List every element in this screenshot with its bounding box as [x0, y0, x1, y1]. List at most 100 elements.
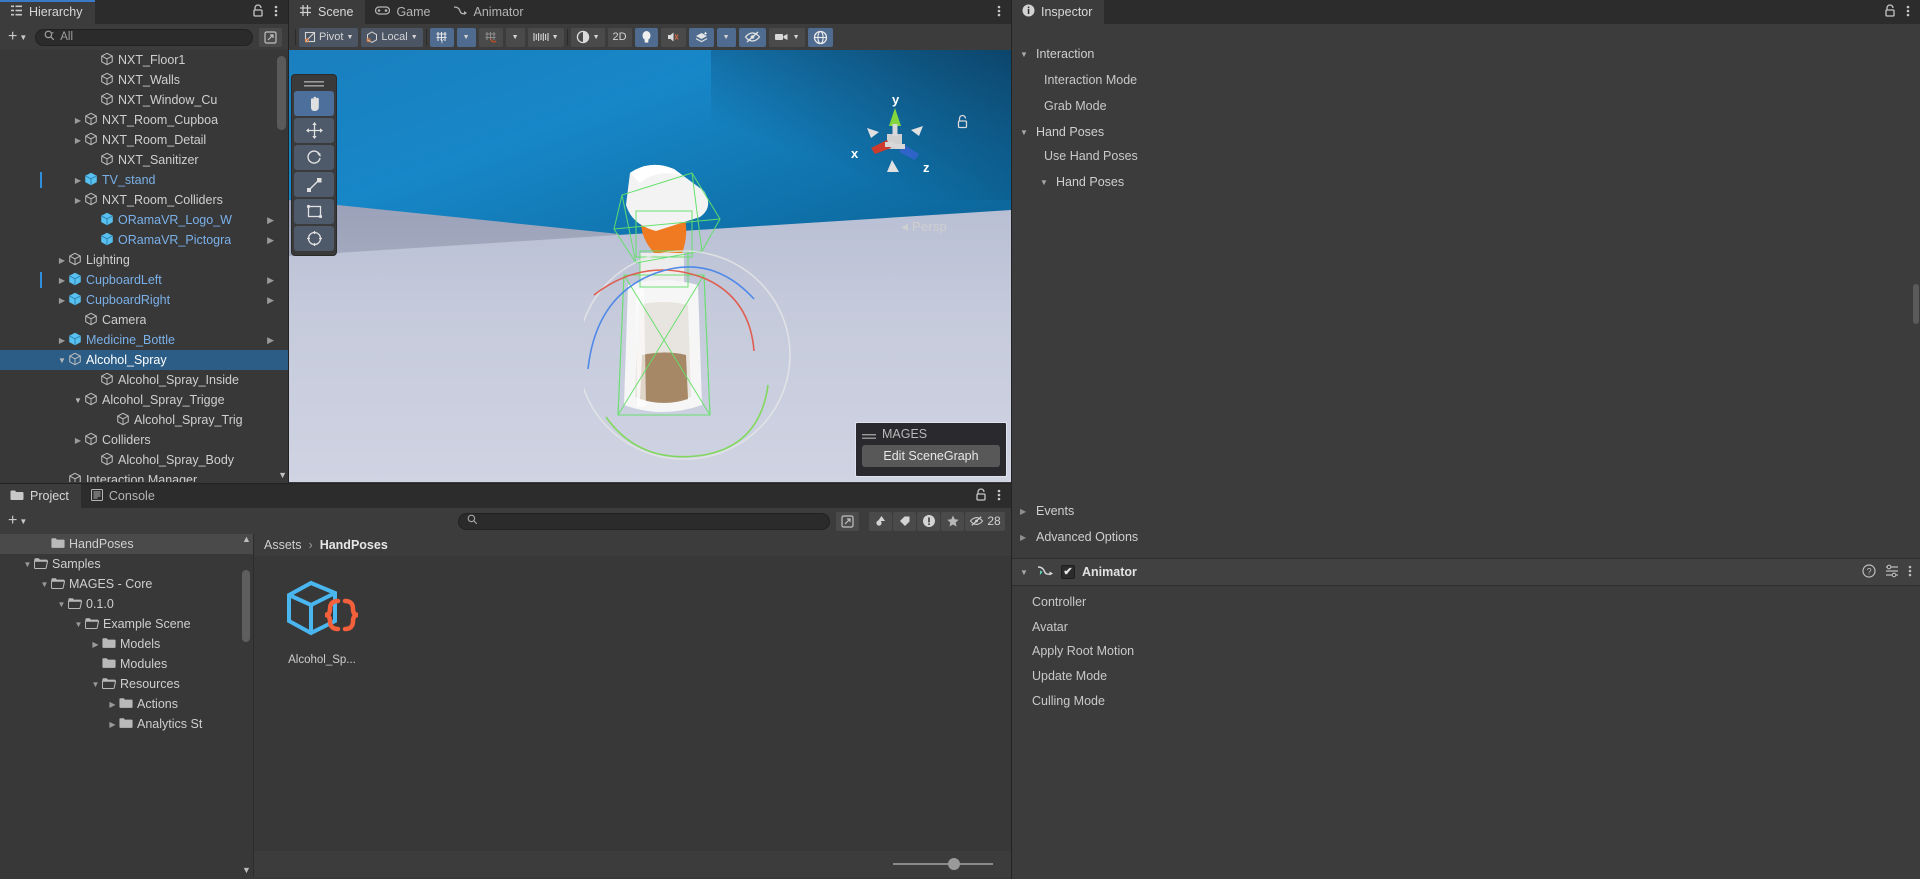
prefab-open-icon[interactable]: ▶ — [267, 295, 274, 306]
hierarchy-item[interactable]: ▶ Medicine_Bottle ▶ — [0, 330, 288, 350]
local-button[interactable]: Local ▼ — [361, 27, 423, 47]
hierarchy-item[interactable]: ▶ CupboardRight ▶ — [0, 290, 288, 310]
hierarchy-item[interactable]: ▶ NXT_Room_Colliders — [0, 190, 288, 210]
lock-icon[interactable] — [975, 488, 987, 504]
divider-scene-project[interactable] — [0, 483, 1011, 484]
hidden-objects-count[interactable]: 28 — [965, 511, 1005, 531]
filter-favorite-icon[interactable] — [941, 511, 964, 531]
triangle-down-icon[interactable]: ▼ — [55, 600, 68, 609]
scene-visibility-toggle[interactable] — [738, 27, 766, 47]
preset-icon[interactable] — [1885, 564, 1899, 581]
project-tree-item[interactable]: ▶ Analytics St — [0, 714, 253, 734]
scene-fx-dropdown[interactable]: ▼ — [716, 27, 736, 47]
lock-icon[interactable] — [252, 4, 264, 20]
help-icon[interactable]: ? — [1862, 563, 1876, 581]
project-tree-item[interactable]: ▼ 0.1.0 — [0, 594, 253, 614]
project-tree-item[interactable]: ▼ MAGES - Core — [0, 574, 253, 594]
triangle-down-icon[interactable]: ▼ — [72, 620, 85, 629]
triangle-right-icon[interactable]: ▶ — [72, 196, 84, 205]
toolpad-drag-handle[interactable] — [304, 78, 324, 87]
triangle-right-icon[interactable]: ▶ — [72, 176, 84, 185]
tab-inspector[interactable]: Inspector — [1012, 0, 1105, 24]
inspector-menu-icon[interactable] — [1906, 4, 1910, 21]
gizmo-lock-icon[interactable] — [956, 114, 969, 132]
two-d-toggle[interactable]: 2D — [607, 27, 632, 47]
triangle-right-icon[interactable]: ▶ — [56, 336, 68, 345]
alcohol-spray-object[interactable] — [584, 155, 814, 482]
prefab-open-icon[interactable]: ▶ — [267, 235, 274, 246]
scene-gizmos-toggle[interactable] — [807, 27, 833, 47]
animator-component-header[interactable]: ▼ ✔ Animator ? — [1012, 558, 1920, 586]
project-menu-icon[interactable] — [997, 488, 1001, 505]
project-tree-item[interactable]: ▼ Samples — [0, 554, 253, 574]
hierarchy-item[interactable]: ▶ NXT_Room_Cupboa — [0, 110, 288, 130]
hand-poses-group-foldout[interactable]: ▼ Hand Poses — [1012, 119, 1104, 145]
tab-animator[interactable]: Animator — [443, 0, 536, 24]
breadcrumb-root[interactable]: Assets — [264, 538, 302, 552]
pivot-button[interactable]: Pivot ▼ — [299, 27, 359, 47]
slider-knob[interactable] — [948, 858, 960, 870]
triangle-down-icon[interactable]: ▼ — [72, 396, 84, 405]
tab-game[interactable]: Game — [365, 0, 442, 24]
lock-icon[interactable] — [1884, 4, 1896, 20]
hierarchy-search-input[interactable]: All — [35, 28, 253, 46]
prefab-open-icon[interactable]: ▶ — [267, 335, 274, 346]
project-tree-item[interactable]: Modules — [0, 654, 253, 674]
component-menu-icon[interactable] — [1908, 564, 1912, 581]
hierarchy-expand-icon[interactable] — [259, 27, 282, 47]
mages-overlay-header[interactable]: MAGES — [862, 427, 1000, 441]
tab-console[interactable]: Console — [81, 484, 167, 508]
triangle-down-icon[interactable]: ▼ — [89, 680, 102, 689]
triangle-right-icon[interactable]: ▶ — [56, 256, 68, 265]
project-expand-icon[interactable] — [836, 511, 859, 531]
filter-type-icon[interactable] — [869, 511, 892, 531]
triangle-right-icon[interactable]: ▶ — [56, 296, 68, 305]
rect-tool-button[interactable] — [294, 199, 334, 224]
grid-size-button[interactable]: ▼ — [527, 27, 564, 47]
grid-snap-dropdown[interactable]: ▼ — [456, 27, 476, 47]
hierarchy-item[interactable]: NXT_Window_Cu — [0, 90, 288, 110]
tab-scene[interactable]: Scene — [289, 0, 366, 24]
hierarchy-item[interactable]: Alcohol_Spray_Inside — [0, 370, 288, 390]
triangle-down-icon[interactable]: ▼ — [38, 580, 51, 589]
hierarchy-item[interactable]: ORamaVR_Logo_W ▶ — [0, 210, 288, 230]
hierarchy-item[interactable]: NXT_Sanitizer — [0, 150, 288, 170]
scroll-thumb[interactable] — [242, 570, 250, 642]
animator-enabled-checkbox[interactable]: ✔ — [1061, 565, 1075, 579]
edit-scenegraph-button[interactable]: Edit SceneGraph — [862, 445, 1000, 467]
project-tree-item[interactable]: ▼ Resources — [0, 674, 253, 694]
triangle-right-icon[interactable]: ▶ — [106, 720, 119, 729]
hierarchy-menu-icon[interactable] — [274, 4, 278, 21]
scene-lighting-toggle[interactable] — [634, 27, 658, 47]
project-tree-scrollbar[interactable]: ▲ ▼ — [241, 534, 252, 877]
hierarchy-item[interactable]: ▼ Alcohol_Spray_Trigge — [0, 390, 288, 410]
triangle-down-icon[interactable]: ▼ — [1020, 568, 1030, 577]
triangle-right-icon[interactable]: ▶ — [72, 116, 84, 125]
scene-projection-label[interactable]: ◂ Persp — [901, 218, 947, 235]
hierarchy-item[interactable]: ORamaVR_Pictogra ▶ — [0, 230, 288, 250]
project-tree-item[interactable]: ▼ Example Scene — [0, 614, 253, 634]
hierarchy-item[interactable]: Alcohol_Spray_Body — [0, 450, 288, 470]
hierarchy-item[interactable]: ▶ TV_stand — [0, 170, 288, 190]
magnet-snap-dropdown[interactable]: ▼ — [505, 27, 525, 47]
tab-project[interactable]: Project — [0, 484, 81, 508]
hierarchy-item[interactable]: Camera — [0, 310, 288, 330]
move-tool-button[interactable] — [294, 118, 334, 143]
scene-camera-button[interactable]: ▼ — [768, 27, 805, 47]
project-tree-item[interactable]: HandPoses — [0, 534, 253, 554]
project-tree-item[interactable]: ▶ Actions — [0, 694, 253, 714]
scene-menu-icon[interactable] — [997, 4, 1001, 21]
hand-tool-button[interactable] — [294, 91, 334, 116]
prefab-open-icon[interactable]: ▶ — [267, 215, 274, 226]
shading-mode-button[interactable]: ▼ — [570, 27, 605, 47]
hand-poses-array-foldout[interactable]: ▼ Hand Poses — [1032, 169, 1124, 195]
hierarchy-item[interactable]: ▶ Colliders — [0, 430, 288, 450]
interaction-foldout[interactable]: ▼ Interaction — [1012, 41, 1094, 67]
triangle-down-icon[interactable]: ▼ — [21, 560, 34, 569]
scene-fx-toggle[interactable] — [688, 27, 714, 47]
hierarchy-item[interactable]: Alcohol_Spray_Trig — [0, 410, 288, 430]
triangle-right-icon[interactable]: ▶ — [72, 136, 84, 145]
advanced-options-foldout[interactable]: ▶ Advanced Options — [1012, 524, 1138, 550]
triangle-right-icon[interactable]: ▶ — [106, 700, 119, 709]
filter-warning-icon[interactable] — [917, 511, 940, 531]
